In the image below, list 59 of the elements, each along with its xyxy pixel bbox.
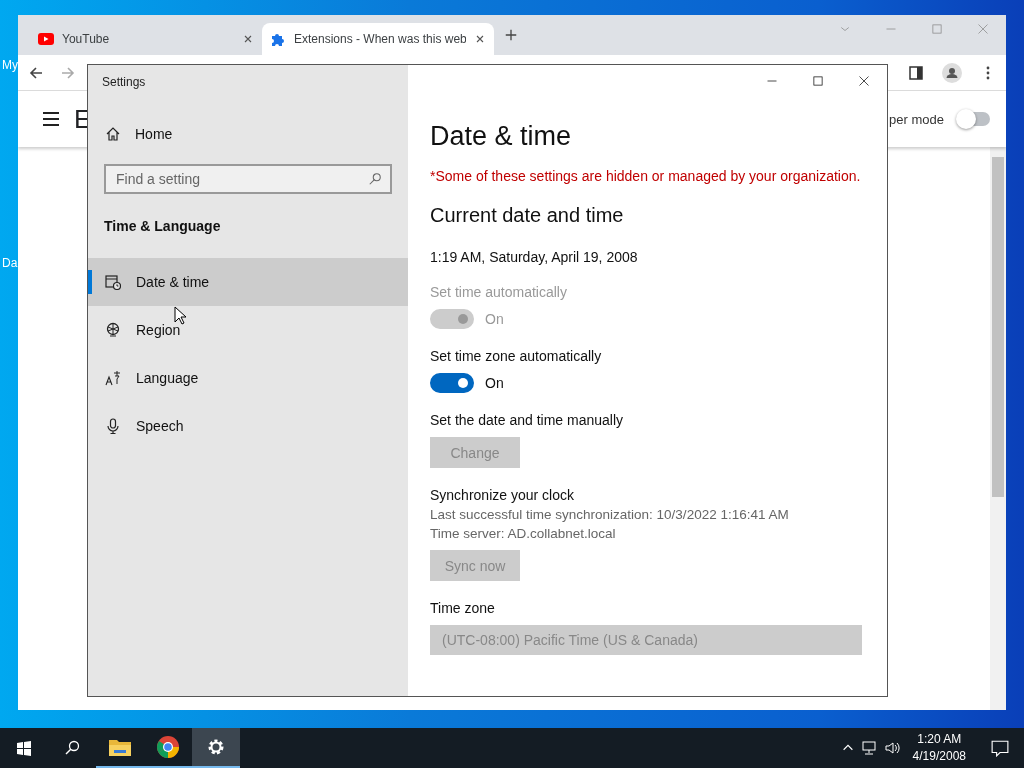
language-icon [105, 370, 121, 386]
setting-label: Synchronize your clock [430, 487, 575, 503]
policy-notice: *Some of these settings are hidden or managed by your organization. [430, 168, 862, 184]
toggle-state: On [485, 311, 504, 327]
menu-icon [42, 110, 60, 128]
close-icon [474, 33, 486, 45]
puzzle-icon [270, 31, 286, 47]
network-icon [861, 740, 878, 756]
nav-item[interactable]: Speech [88, 402, 408, 450]
close-icon [858, 75, 870, 87]
toggle-state: On [485, 375, 504, 391]
home-nav-item[interactable]: Home [88, 116, 408, 152]
folder-icon [108, 737, 132, 757]
windows-icon [16, 740, 32, 756]
home-icon [105, 126, 121, 142]
side-panel-icon [908, 64, 924, 81]
page-title: Date & time [430, 121, 573, 152]
maximize-icon [812, 75, 824, 87]
toggle-switch[interactable] [430, 373, 474, 393]
maximize-icon [931, 23, 943, 35]
youtube-icon [38, 33, 54, 45]
setting-label: Set time automatically [430, 284, 568, 300]
setting-label: Set time zone automatically [430, 348, 603, 364]
info-text: Time server: AD.collabnet.local [430, 526, 617, 541]
chrome-icon [156, 735, 180, 759]
nav-item[interactable]: Date & time [88, 258, 408, 306]
plus-icon [504, 28, 518, 42]
search-icon [64, 740, 80, 756]
toggle-label: per mode [889, 111, 944, 127]
nav-item[interactable]: Language [88, 354, 408, 402]
scrollbar[interactable] [990, 147, 1006, 710]
close-icon [977, 23, 989, 35]
microphone-icon [105, 418, 121, 434]
taskbar-app[interactable] [192, 728, 240, 768]
clock-time[interactable]: 1:20 AM [912, 731, 966, 748]
gear-icon [206, 737, 226, 757]
window-title: Settings [101, 74, 147, 91]
setting-label: Time zone [430, 600, 496, 616]
current-date-time: 1:19 AM, Saturday, April 19, 2008 [430, 249, 639, 265]
calendar-clock-icon [105, 274, 121, 290]
section-heading: Time & Language [103, 217, 222, 236]
back-icon [28, 64, 44, 81]
close-icon [242, 33, 254, 45]
clock-date[interactable]: 4/19/2008 [912, 748, 966, 765]
nav-item[interactable]: Region [88, 306, 408, 354]
forward-icon [60, 64, 76, 81]
search-icon [368, 172, 382, 186]
toggle-switch[interactable] [958, 112, 990, 126]
notification-icon [991, 739, 1009, 757]
search-field[interactable]: Find a setting [104, 164, 392, 194]
pointer-icon [174, 306, 188, 326]
volume-icon [883, 740, 900, 756]
section-heading: Current date and time [430, 204, 625, 227]
globe-icon [105, 322, 121, 338]
browser-tab[interactable]: YouTube [30, 23, 262, 55]
browser-tab[interactable]: Extensions - When was this web [262, 23, 494, 55]
setting-label: Set the date and time manually [430, 412, 624, 428]
profile-icon [942, 62, 962, 83]
info-text: Last successful time synchronization: 10/3/2022 1:16:41 AM [430, 507, 790, 522]
